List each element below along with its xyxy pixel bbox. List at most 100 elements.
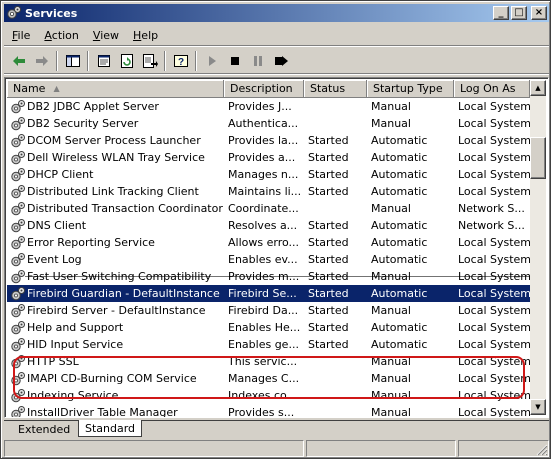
pause-service-button[interactable] <box>246 50 269 72</box>
service-startup-type: Manual <box>371 406 411 417</box>
service-name: DNS Client <box>27 219 87 232</box>
service-log-on-as: Network S... <box>458 219 525 232</box>
service-log-on-as: Local System <box>458 287 530 300</box>
forward-button[interactable] <box>30 50 53 72</box>
column-header-log-on-as[interactable]: Log On As <box>454 80 530 98</box>
show-hide-tree-icon <box>65 54 80 67</box>
service-log-on-as: Local System <box>458 253 530 266</box>
service-log-on-as: Local System <box>458 372 530 385</box>
service-status: Started <box>308 168 349 181</box>
service-gear-icon <box>11 133 25 147</box>
export-list-button[interactable] <box>138 50 161 72</box>
pause-service-icon <box>253 55 262 66</box>
service-name-cell: Dell Wireless WLAN Tray Service <box>7 150 224 166</box>
tab-extended[interactable]: Extended <box>12 421 76 437</box>
table-row[interactable]: IMAPI CD-Burning COM Service Manages C...… <box>7 370 530 387</box>
service-description: Enables ev... <box>228 253 298 266</box>
service-name: Error Reporting Service <box>27 236 155 249</box>
service-startup-type: Automatic <box>371 338 428 351</box>
view-tabs: Extended Standard <box>4 420 549 438</box>
service-gear-icon <box>11 99 25 113</box>
column-header-name[interactable]: Name ▲ <box>7 80 224 98</box>
service-status: Started <box>308 134 349 147</box>
table-row[interactable]: DHCP Client Manages n... Started Automatic L… <box>7 166 530 183</box>
service-startup-type: Manual <box>371 100 411 113</box>
column-header-startup-type[interactable]: Startup Type <box>367 80 454 98</box>
back-button[interactable] <box>7 50 30 72</box>
service-name-cell: Distributed Transaction Coordinator <box>7 201 224 217</box>
resize-grip-icon[interactable] <box>536 444 548 456</box>
scroll-up-icon: ▲ <box>535 84 541 92</box>
table-row[interactable]: Firebird Guardian - DefaultInstance Fireb… <box>7 285 530 302</box>
restart-service-button[interactable] <box>269 50 292 72</box>
table-row[interactable]: Firebird Server - DefaultInstance Firebir… <box>7 302 530 319</box>
toolbar-separator <box>87 50 89 71</box>
service-name: InstallDriver Table Manager <box>27 406 178 417</box>
list-rows: DB2 JDBC Applet Server Provides J... Manua… <box>7 98 530 417</box>
back-icon <box>12 55 25 66</box>
service-log-on-as: Local System <box>458 338 530 351</box>
service-name: Distributed Link Tracking Client <box>27 185 199 198</box>
table-row[interactable]: Distributed Transaction Coordinator Coord… <box>7 200 530 217</box>
table-row[interactable]: DB2 JDBC Applet Server Provides J... Manua… <box>7 98 530 115</box>
service-gear-icon <box>11 150 25 164</box>
table-row[interactable]: DNS Client Resolves a... Started Automatic N… <box>7 217 530 234</box>
table-row[interactable]: Fast User Switching Compatibility Provide… <box>7 268 530 285</box>
service-gear-icon <box>11 252 25 266</box>
export-list-icon <box>142 53 158 68</box>
services-window: Services _ □ × File Action View Help ? N… <box>0 0 551 459</box>
refresh-icon <box>120 53 133 68</box>
table-row[interactable]: DCOM Server Process Launcher Provides la.… <box>7 132 530 149</box>
service-startup-type: Manual <box>371 202 411 215</box>
show-hide-tree-button[interactable] <box>61 50 84 72</box>
maximize-button[interactable]: □ <box>511 6 527 20</box>
scroll-down-icon: ▼ <box>535 403 541 411</box>
service-name: Help and Support <box>27 321 124 334</box>
vertical-scrollbar[interactable]: ▲ ▼ <box>530 80 546 415</box>
minimize-button[interactable]: _ <box>493 6 509 20</box>
service-startup-type: Automatic <box>371 287 428 300</box>
table-row[interactable]: HID Input Service Enables ge... Started Aut… <box>7 336 530 353</box>
scrollbar-thumb[interactable] <box>530 137 546 179</box>
menu-file[interactable]: File <box>6 29 36 42</box>
properties-button[interactable] <box>92 50 115 72</box>
table-row[interactable]: Event Log Enables ev... Started Automatic Lo… <box>7 251 530 268</box>
table-row[interactable]: DB2 Security Server Authentica... Manual Lo… <box>7 115 530 132</box>
service-name-cell: HID Input Service <box>7 337 224 353</box>
table-row[interactable]: InstallDriver Table Manager Provides s...… <box>7 404 530 417</box>
service-log-on-as: Local System <box>458 304 530 317</box>
service-log-on-as: Local System <box>458 100 530 113</box>
menu-action[interactable]: Action <box>38 29 84 42</box>
help-button[interactable]: ? <box>169 50 192 72</box>
table-row[interactable]: Indexing Service Indexes co... Manual Local… <box>7 387 530 404</box>
table-row[interactable]: Distributed Link Tracking Client Maintain… <box>7 183 530 200</box>
service-name-cell: DB2 Security Server <box>7 116 224 132</box>
service-name: HID Input Service <box>27 338 124 351</box>
title-bar[interactable]: Services _ □ × <box>4 4 549 22</box>
table-row[interactable]: Error Reporting Service Allows erro... Sta… <box>7 234 530 251</box>
service-startup-type: Manual <box>371 372 411 385</box>
start-service-button[interactable] <box>200 50 223 72</box>
service-startup-type: Automatic <box>371 219 428 232</box>
tab-standard[interactable]: Standard <box>78 420 143 437</box>
column-header-status[interactable]: Status <box>304 80 367 98</box>
menu-view[interactable]: View <box>87 29 125 42</box>
table-row[interactable]: Help and Support Enables He... Started Auto… <box>7 319 530 336</box>
service-startup-type: Automatic <box>371 253 428 266</box>
table-row[interactable]: Dell Wireless WLAN Tray Service Provides … <box>7 149 530 166</box>
scroll-up-button[interactable]: ▲ <box>530 80 546 96</box>
close-button[interactable]: × <box>531 6 547 20</box>
service-name: Distributed Transaction Coordinator <box>27 202 223 215</box>
column-header-description[interactable]: Description <box>224 80 304 98</box>
menu-help[interactable]: Help <box>127 29 164 42</box>
service-name: Firebird Server - DefaultInstance <box>27 304 206 317</box>
stop-service-button[interactable] <box>223 50 246 72</box>
scroll-down-button[interactable]: ▼ <box>530 399 546 415</box>
service-description: This servic... <box>228 355 298 368</box>
table-row[interactable]: HTTP SSL This servic... Manual Local System <box>7 353 530 370</box>
service-description: Provides a... <box>228 151 296 164</box>
service-name-cell: Help and Support <box>7 320 224 336</box>
service-startup-type: Manual <box>371 389 411 402</box>
services-list[interactable]: Name ▲ Description Status Startup Type L… <box>4 77 549 418</box>
refresh-button[interactable] <box>115 50 138 72</box>
